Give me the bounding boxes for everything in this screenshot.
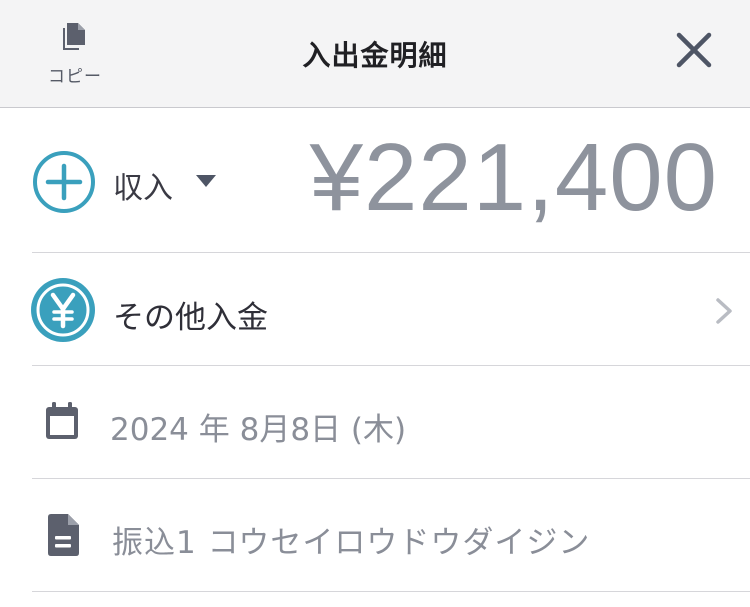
memo-value: 振込1 コウセイロウドウダイジン [112, 525, 591, 561]
header-bar: コピー 入出金明細 [0, 0, 750, 108]
yen-icon [31, 278, 95, 342]
date-value: 2024 年 8月8日 (木) [110, 412, 407, 448]
chevron-right-icon [716, 298, 732, 324]
page-title: 入出金明細 [302, 39, 448, 72]
category-label: その他入金 [113, 300, 268, 336]
divider [32, 478, 750, 479]
transaction-type-select[interactable]: 収入 [113, 163, 173, 207]
calendar-icon [46, 402, 78, 439]
caret-down-icon[interactable] [195, 174, 217, 188]
add-circle-icon[interactable] [32, 150, 96, 214]
divider [32, 252, 750, 253]
close-icon[interactable] [674, 30, 714, 70]
document-icon [48, 514, 79, 556]
amount-value[interactable]: ¥221,400 [310, 122, 718, 234]
divider [32, 365, 750, 366]
divider [32, 591, 750, 592]
